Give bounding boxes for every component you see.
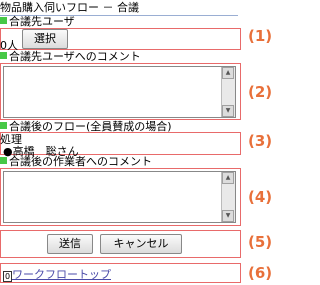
section-recipients-text: 合議先ユーザ <box>9 15 75 28</box>
section-recipients-label: 合議先ユーザ <box>0 15 238 28</box>
recipient-comment-textarea[interactable]: ▲ ▼ <box>3 66 236 118</box>
callout-5: (5) <box>248 233 273 251</box>
callout-4: (4) <box>248 188 273 206</box>
section-comment-text: 合議先ユーザへのコメント <box>9 50 141 63</box>
section-worker-comment-text: 合議後の作業者へのコメント <box>9 155 152 168</box>
scrollbar[interactable]: ▲ ▼ <box>221 67 235 117</box>
scroll-up-icon[interactable]: ▲ <box>222 172 234 184</box>
scroll-down-icon[interactable]: ▼ <box>222 210 234 222</box>
section-marker-icon <box>0 122 7 129</box>
section-marker-icon <box>0 52 7 59</box>
page-title: 物品購入伺いフロー － 合議 <box>0 0 238 16</box>
select-users-button[interactable]: 選択 <box>22 29 68 49</box>
scroll-down-icon[interactable]: ▼ <box>222 105 234 117</box>
section-marker-icon <box>0 17 7 24</box>
workflow-top-link[interactable]: ワークフロートップ <box>12 268 111 281</box>
callout-2: (2) <box>248 83 273 101</box>
section-comment-label: 合議先ユーザへのコメント <box>0 50 238 63</box>
worker-comment-textarea[interactable]: ▲ ▼ <box>3 171 236 223</box>
access-key-icon: 0 <box>3 271 12 282</box>
callout-1: (1) <box>248 27 273 45</box>
callout-3: (3) <box>248 132 273 150</box>
section-marker-icon <box>0 157 7 164</box>
callout-6: (6) <box>248 264 273 282</box>
footer-link-row: 0 ワークフロートップ <box>3 266 111 282</box>
cancel-button[interactable]: キャンセル <box>100 234 182 254</box>
submit-button[interactable]: 送信 <box>47 234 93 254</box>
section-worker-comment-label: 合議後の作業者へのコメント <box>0 155 238 168</box>
scrollbar[interactable]: ▲ ▼ <box>221 172 235 222</box>
scroll-up-icon[interactable]: ▲ <box>222 67 234 79</box>
